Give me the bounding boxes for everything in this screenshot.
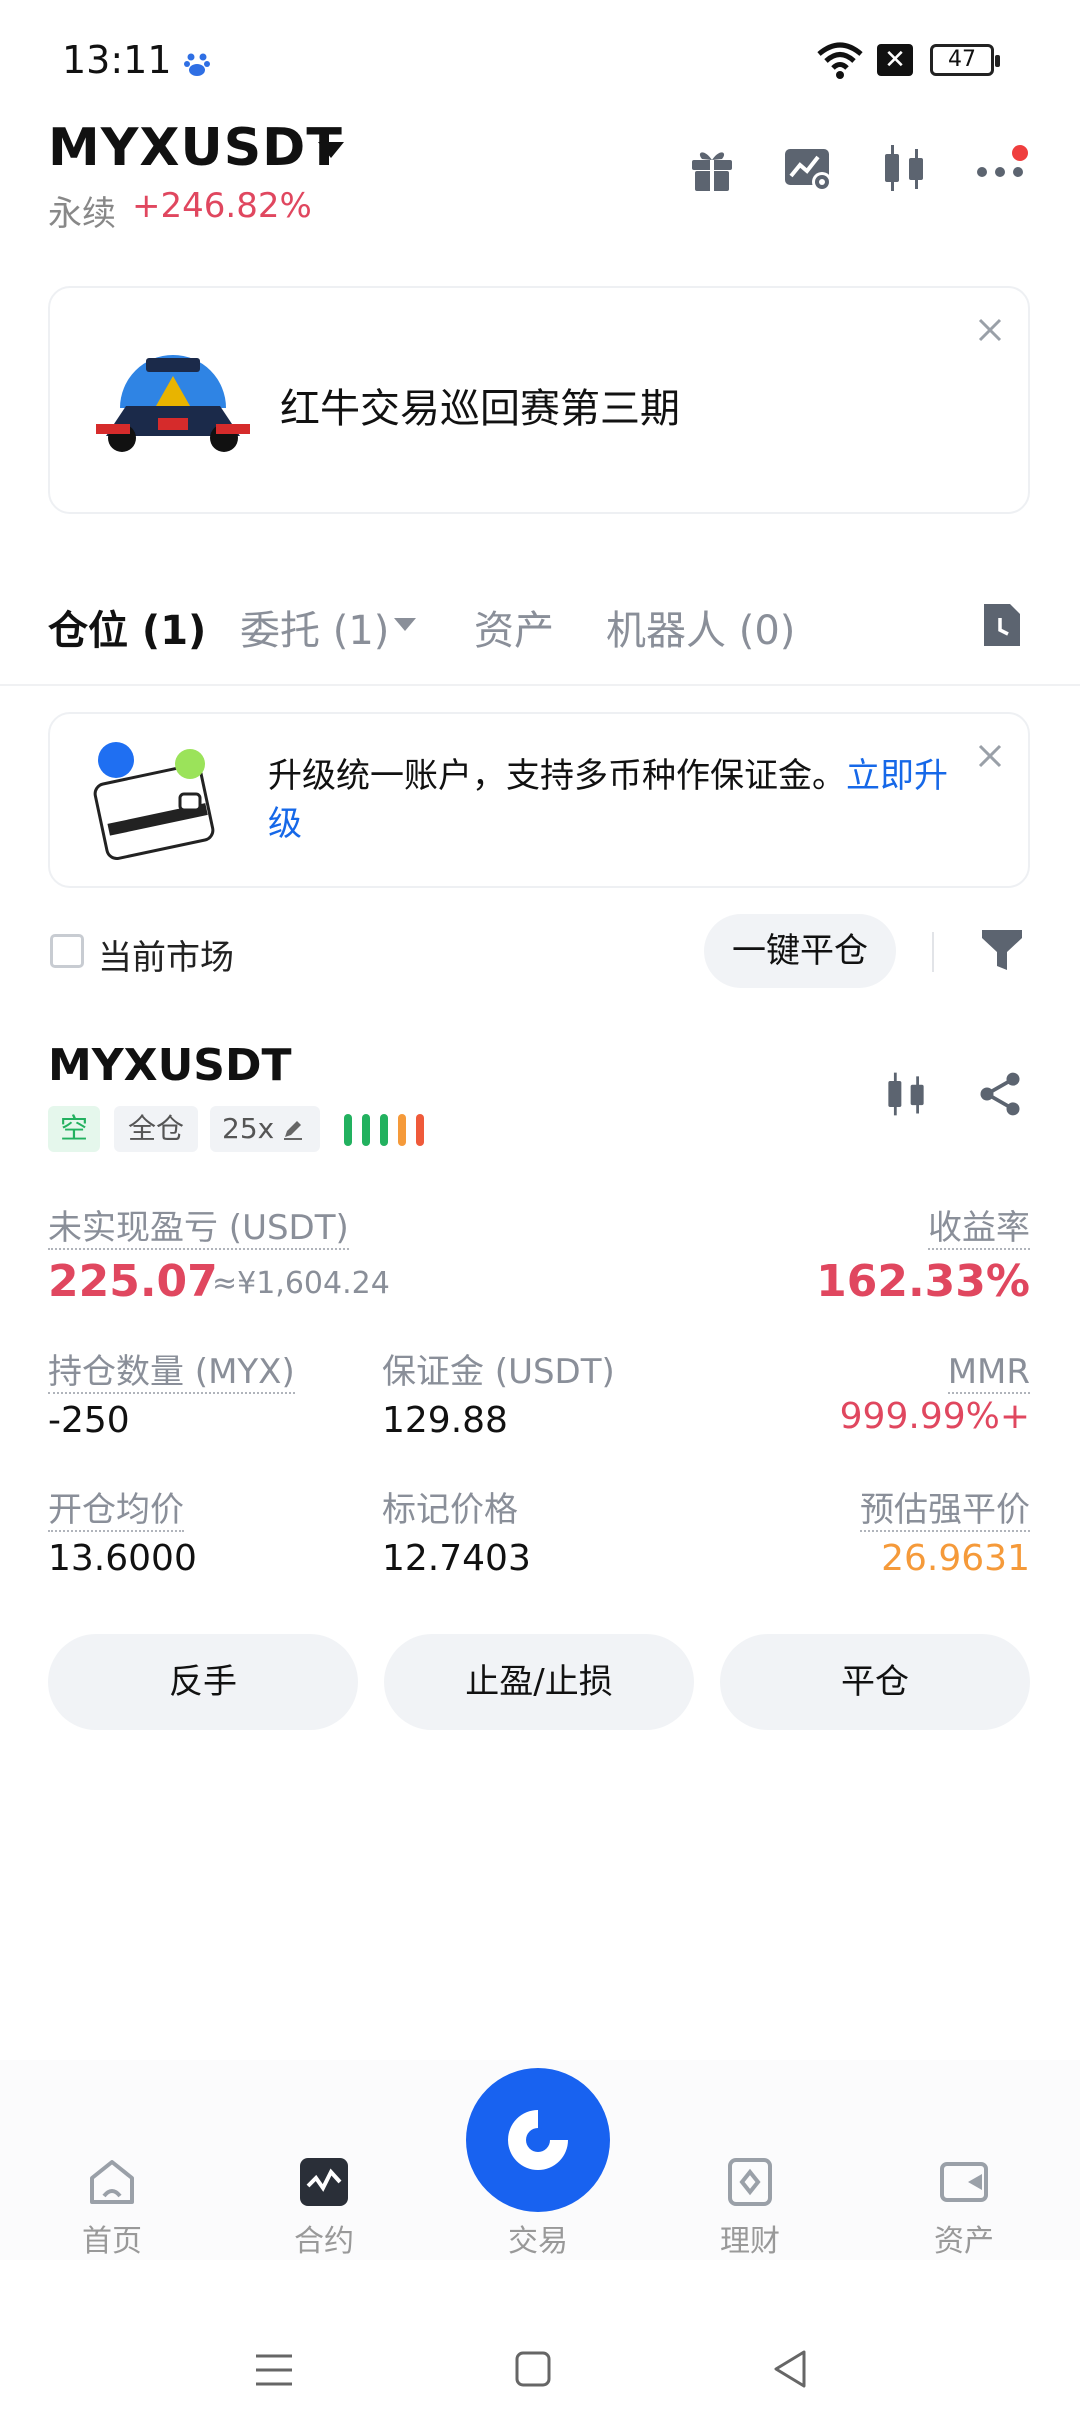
home-icon[interactable] xyxy=(86,2156,138,2208)
size-label[interactable]: 持仓数量 (MYX) xyxy=(48,1352,295,1394)
tab-bots[interactable]: 机器人 (0) xyxy=(606,598,795,656)
nav-home[interactable]: 首页 xyxy=(52,2216,172,2260)
earn-icon[interactable] xyxy=(724,2156,776,2208)
current-market-checkbox[interactable] xyxy=(50,934,84,968)
nav-futures[interactable]: 合约 xyxy=(264,2216,384,2260)
mark-price-label: 标记价格 xyxy=(382,1490,518,1530)
upgrade-message: 升级统一账户，支持多币种作保证金。立即升级 xyxy=(268,752,968,848)
mark-price-value: 12.7403 xyxy=(382,1538,531,1579)
mmr-label[interactable]: MMR xyxy=(947,1352,1030,1394)
share-icon[interactable] xyxy=(974,1068,1026,1120)
risk-bar-segment xyxy=(380,1114,388,1146)
liq-price-value: 26.9631 xyxy=(881,1538,1030,1579)
tab-orders[interactable]: 委托 (1) xyxy=(240,598,389,656)
upnl-cny: ≈¥1,604.24 xyxy=(212,1266,390,1301)
caret-down-icon xyxy=(318,142,344,158)
home-square-icon[interactable] xyxy=(514,2350,552,2388)
risk-bar-segment xyxy=(416,1114,424,1146)
close-position-button[interactable]: 平仓 xyxy=(720,1634,1030,1730)
system-nav-bar xyxy=(0,2300,1080,2412)
battery-icon: 47 xyxy=(930,44,1000,76)
nav-trade[interactable]: 交易 xyxy=(478,2216,598,2260)
close-all-button[interactable]: 一键平仓 xyxy=(704,914,896,988)
battery-level: 47 xyxy=(948,47,976,72)
gift-icon[interactable] xyxy=(684,140,740,196)
chart-settings-icon[interactable] xyxy=(780,140,836,196)
orders-caret-icon[interactable] xyxy=(394,618,416,631)
upnl-value: 225.07 xyxy=(48,1256,218,1307)
baidu-icon xyxy=(184,53,210,76)
position-symbol[interactable]: MYXUSDT xyxy=(48,1040,292,1091)
tab-divider xyxy=(0,684,1080,686)
reverse-button[interactable]: 反手 xyxy=(48,1634,358,1730)
upgrade-text: 升级统一账户，支持多币种作保证金。 xyxy=(268,756,846,796)
risk-bar-segment xyxy=(398,1114,406,1146)
gate-logo-icon xyxy=(508,2110,568,2170)
side-badge: 空 xyxy=(48,1106,100,1152)
trade-button[interactable] xyxy=(466,2068,610,2212)
candlestick-icon[interactable] xyxy=(876,140,932,196)
liq-price-label[interactable]: 预估强平价 xyxy=(860,1490,1030,1532)
contract-type: 永续 xyxy=(48,194,116,234)
leverage-value: 25x xyxy=(222,1112,275,1145)
banner-title: 红牛交易巡回赛第三期 xyxy=(280,386,680,432)
entry-price-label[interactable]: 开仓均价 xyxy=(48,1490,184,1532)
risk-bar-segment xyxy=(362,1114,370,1146)
back-icon[interactable] xyxy=(770,2348,810,2390)
entry-price-value: 13.6000 xyxy=(48,1538,197,1579)
roe-label[interactable]: 收益率 xyxy=(928,1208,1030,1250)
nav-earn[interactable]: 理财 xyxy=(690,2216,810,2260)
status-time: 13:11 xyxy=(62,38,172,82)
close-icon[interactable] xyxy=(974,314,1006,346)
filter-icon[interactable] xyxy=(980,926,1024,974)
wifi-icon xyxy=(817,42,863,79)
notification-x-icon: ✕ xyxy=(877,44,913,76)
price-change: +246.82% xyxy=(132,186,312,226)
upnl-label[interactable]: 未实现盈亏 (USDT) xyxy=(48,1208,349,1250)
menu-icon[interactable] xyxy=(254,2350,294,2390)
margin-value: 129.88 xyxy=(382,1400,508,1441)
size-value: -250 xyxy=(48,1400,130,1441)
current-market-label[interactable]: 当前市场 xyxy=(98,930,234,979)
risk-bar-segment xyxy=(344,1114,352,1146)
futures-icon[interactable] xyxy=(298,2156,350,2208)
tab-positions[interactable]: 仓位 (1) xyxy=(48,598,206,656)
filter-divider xyxy=(932,932,934,972)
tpsl-button[interactable]: 止盈/止损 xyxy=(384,1634,694,1730)
upgrade-account-card[interactable]: 升级统一账户，支持多币种作保证金。立即升级 xyxy=(48,712,1030,888)
notification-dot xyxy=(1012,145,1028,161)
race-car-image xyxy=(96,355,250,452)
nav-assets[interactable]: 资产 xyxy=(904,2216,1024,2260)
pair-title: MYXUSDT xyxy=(48,118,343,178)
close-icon[interactable] xyxy=(974,740,1006,772)
margin-label: 保证金 (USDT) xyxy=(382,1352,615,1392)
wallet-icon[interactable] xyxy=(938,2156,990,2208)
wallet-illustration xyxy=(93,742,215,861)
history-doc-icon[interactable] xyxy=(980,600,1024,650)
edit-pencil-icon[interactable] xyxy=(282,1118,304,1140)
status-bar: 13:11 ✕ 47 xyxy=(0,0,1080,120)
promo-banner[interactable]: 红牛交易巡回赛第三期 xyxy=(48,286,1030,514)
roe-value: 162.33% xyxy=(816,1256,1030,1307)
margin-mode-badge: 全仓 xyxy=(114,1106,198,1152)
candlestick-icon[interactable] xyxy=(880,1068,932,1120)
tab-assets[interactable]: 资产 xyxy=(474,598,554,656)
mmr-value: 999.99%+ xyxy=(839,1396,1030,1437)
